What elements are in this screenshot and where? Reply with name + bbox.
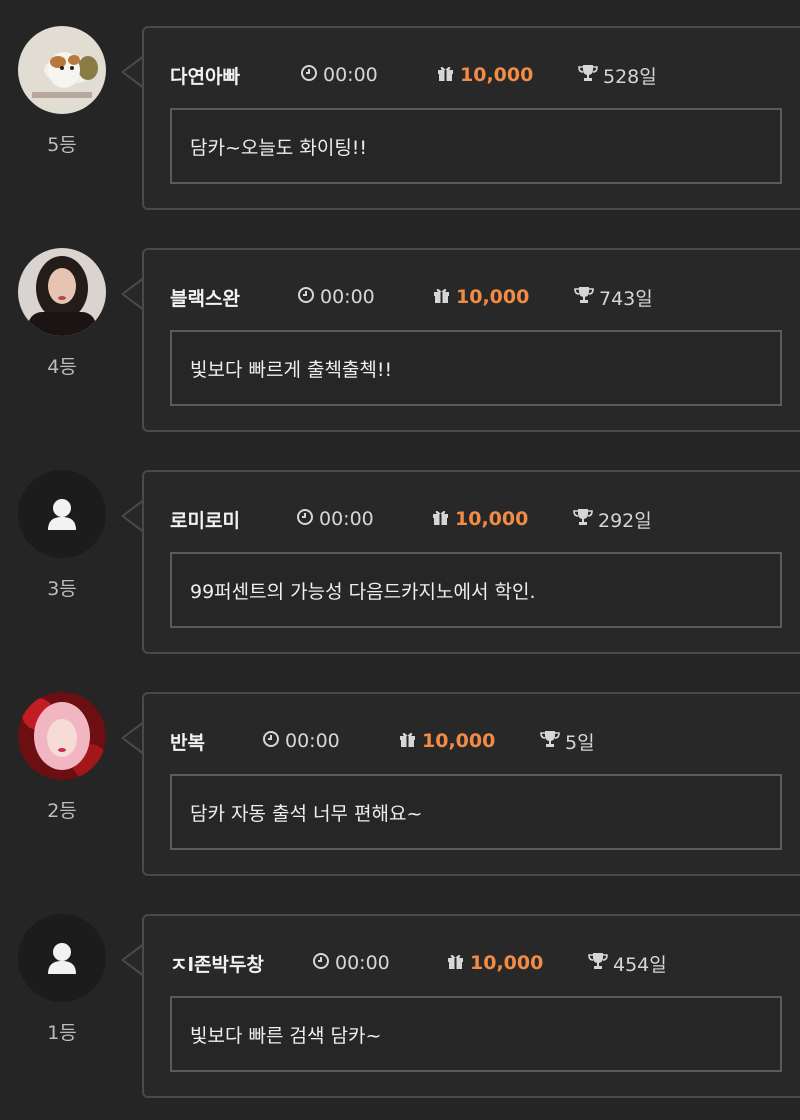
comment-card: ㅈl존박두창 00:00 10,000 454일 빛보다 빠른 검색 담카~ — [142, 914, 800, 1098]
nickname[interactable]: 다연아빠 — [170, 62, 240, 89]
hamster-avatar-image — [18, 26, 106, 114]
comment-text-box: 담카~오늘도 화이팅!! — [170, 108, 782, 184]
rank-label: 4등 — [47, 356, 77, 378]
nickname[interactable]: 블랙스완 — [170, 284, 240, 311]
rank-label: 5등 — [47, 134, 77, 156]
comment-item: 2등 반복 00:00 10,000 5일 담카 자동 출석 너무 편해요~ — [0, 692, 800, 882]
post-time: 00:00 — [285, 730, 340, 752]
pink-hair-avatar-image — [18, 692, 106, 780]
points-value: 10,000 — [456, 286, 530, 308]
comment-item: 1등 ㅈl존박두창 00:00 10,000 454일 빛보다 빠른 검색 담카… — [0, 914, 800, 1104]
trophy-icon — [578, 64, 603, 87]
points-value: 10,000 — [470, 952, 544, 974]
clock-icon — [312, 952, 335, 975]
attendance-days: 5일 — [565, 731, 595, 754]
comment-item: 5등 다연아빠 00:00 10,000 528일 담카~오늘도 화이팅!! — [0, 26, 800, 216]
avatar[interactable] — [18, 914, 106, 1002]
gift-icon — [436, 64, 460, 87]
avatar[interactable] — [18, 26, 106, 114]
trophy-icon — [574, 286, 599, 309]
gift-icon — [431, 508, 455, 531]
comment-text-box: 99퍼센트의 가능성 다음드카지노에서 학인. — [170, 552, 782, 628]
points-value: 10,000 — [455, 508, 529, 530]
attendance-days: 292일 — [598, 509, 652, 532]
comment-text-box: 빛보다 빠르게 출첵출첵!! — [170, 330, 782, 406]
clock-icon — [297, 286, 320, 309]
comment-card: 다연아빠 00:00 10,000 528일 담카~오늘도 화이팅!! — [142, 26, 800, 210]
post-time: 00:00 — [335, 952, 390, 974]
gift-icon — [432, 286, 456, 309]
user-silhouette-icon — [48, 943, 76, 974]
clock-icon — [300, 64, 323, 87]
attendance-days: 743일 — [599, 287, 653, 310]
rank-label: 1등 — [47, 1022, 77, 1044]
post-time: 00:00 — [319, 508, 374, 530]
comment-card: 로미로미 00:00 10,000 292일 99퍼센트의 가능성 다음드카지노… — [142, 470, 800, 654]
avatar[interactable] — [18, 248, 106, 336]
points-value: 10,000 — [460, 64, 534, 86]
attendance-days: 528일 — [603, 65, 657, 88]
post-time: 00:00 — [320, 286, 375, 308]
user-silhouette-icon — [48, 499, 76, 530]
comment-card: 반복 00:00 10,000 5일 담카 자동 출석 너무 편해요~ — [142, 692, 800, 876]
clock-icon — [296, 508, 319, 531]
points-value: 10,000 — [422, 730, 496, 752]
comment-card: 블랙스완 00:00 10,000 743일 빛보다 빠르게 출첵출첵!! — [142, 248, 800, 432]
gift-icon — [398, 730, 422, 753]
comment-text-box: 빛보다 빠른 검색 담카~ — [170, 996, 782, 1072]
post-time: 00:00 — [323, 64, 378, 86]
nickname[interactable]: 로미로미 — [170, 506, 240, 533]
clock-icon — [262, 730, 285, 753]
trophy-icon — [588, 952, 613, 975]
portrait-avatar-image — [18, 248, 106, 336]
trophy-icon — [540, 730, 565, 753]
nickname[interactable]: ㅈl존박두창 — [170, 950, 264, 977]
rank-label: 3등 — [47, 578, 77, 600]
gift-icon — [446, 952, 470, 975]
comment-item: 3등 로미로미 00:00 10,000 292일 99퍼센트의 가능성 다음드… — [0, 470, 800, 660]
comment-item: 4등 블랙스완 00:00 10,000 743일 빛보다 빠르게 출첵출첵!! — [0, 248, 800, 438]
nickname[interactable]: 반복 — [170, 728, 205, 755]
trophy-icon — [573, 508, 598, 531]
attendance-days: 454일 — [613, 953, 667, 976]
avatar[interactable] — [18, 692, 106, 780]
comment-text-box: 담카 자동 출석 너무 편해요~ — [170, 774, 782, 850]
rank-label: 2등 — [47, 800, 77, 822]
avatar[interactable] — [18, 470, 106, 558]
